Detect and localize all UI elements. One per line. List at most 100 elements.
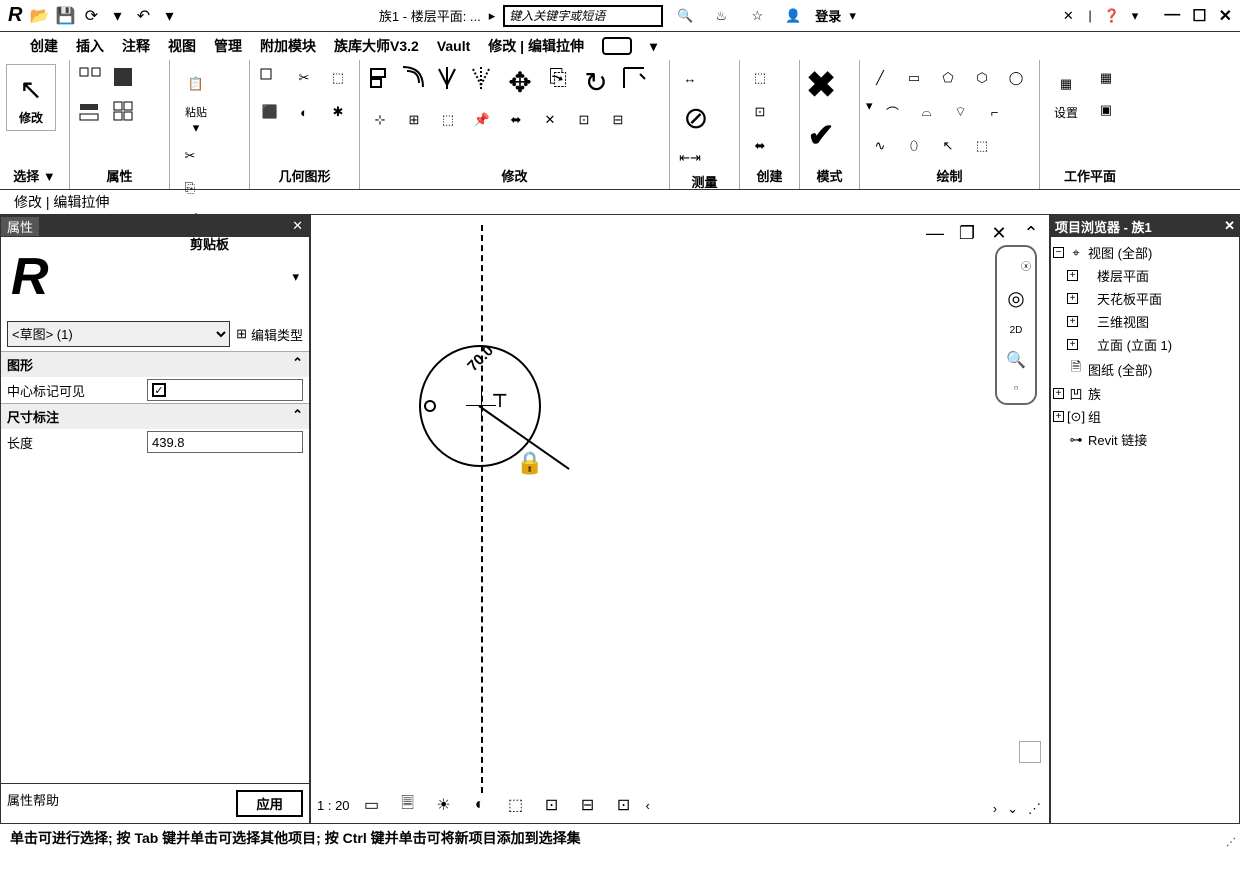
sketch-endpoint[interactable] bbox=[424, 400, 436, 412]
visual-style-icon[interactable]: 🗏 bbox=[394, 791, 422, 819]
delete-icon[interactable]: ✕ bbox=[536, 106, 564, 134]
paint-icon[interactable]: ◐ bbox=[290, 98, 318, 126]
open-icon[interactable]: 📂 bbox=[28, 5, 50, 27]
camera-icon[interactable] bbox=[602, 37, 632, 55]
title-dropdown-icon[interactable]: ▸ bbox=[489, 8, 496, 24]
line-icon[interactable]: ╱ bbox=[866, 64, 894, 92]
type-dropdown-icon[interactable]: ▾ bbox=[292, 269, 299, 285]
arc2-icon[interactable]: ⌓ bbox=[913, 98, 941, 126]
length-value-input[interactable]: 439.8 bbox=[147, 431, 303, 453]
view-minimize-icon[interactable]: — bbox=[921, 219, 949, 247]
scroll-down-icon[interactable]: ⌄ bbox=[1007, 801, 1018, 817]
create-group-icon[interactable]: ⊡ bbox=[746, 98, 774, 126]
dropdown-icon[interactable]: ▾ bbox=[158, 5, 180, 27]
minimize-button[interactable]: — bbox=[1164, 6, 1180, 26]
lock-3d-icon[interactable]: ⊟ bbox=[574, 791, 602, 819]
properties-close-icon[interactable]: ✕ bbox=[292, 218, 303, 234]
show-crop-icon[interactable]: ⊡ bbox=[538, 791, 566, 819]
paste-dropdown-icon[interactable]: ▾ bbox=[193, 120, 200, 136]
tree-node-3d[interactable]: + 三维视图 bbox=[1067, 310, 1237, 333]
undo-icon[interactable]: ↶ bbox=[132, 5, 154, 27]
rotate-icon[interactable]: ↻ bbox=[578, 64, 614, 100]
fillet-icon[interactable]: ⌐ bbox=[981, 98, 1009, 126]
exchange-icon[interactable]: ✕ bbox=[1054, 2, 1082, 30]
tab-view[interactable]: 视图 bbox=[168, 36, 196, 56]
tab-create[interactable]: 创建 bbox=[30, 36, 58, 56]
expand-icon[interactable]: + bbox=[1067, 293, 1078, 304]
account-icon[interactable]: ♨ bbox=[707, 2, 735, 30]
shadows-icon[interactable]: ◐ bbox=[466, 791, 494, 819]
expand-icon[interactable]: + bbox=[1053, 411, 1064, 422]
group-dimensions[interactable]: 尺寸标注 ⌃ bbox=[1, 403, 309, 429]
split-element-icon[interactable]: ⊹ bbox=[366, 106, 394, 134]
tree-node-links[interactable]: ⊶ Revit 链接 bbox=[1053, 428, 1237, 451]
group-graphics[interactable]: 图形 ⌃ bbox=[1, 351, 309, 377]
scroll-right-icon[interactable]: › bbox=[993, 801, 997, 817]
properties-help[interactable]: 属性帮助 bbox=[7, 790, 59, 817]
mirror-draw-icon[interactable] bbox=[468, 64, 496, 92]
edit-type-button[interactable]: ⊞ 编辑类型 bbox=[236, 325, 303, 344]
scroll-up-icon[interactable]: ⌃ bbox=[1017, 219, 1045, 247]
copy-move-icon[interactable]: ⎘ bbox=[544, 64, 572, 92]
help-icon[interactable]: ❓ bbox=[1098, 2, 1126, 30]
login-link[interactable]: 登录 bbox=[815, 6, 841, 25]
create-assembly-icon[interactable]: ⬌ bbox=[746, 132, 774, 160]
nav-wheel-icon[interactable]: ◎ bbox=[1007, 286, 1024, 311]
tree-node-elevation[interactable]: + 立面 (立面 1) bbox=[1067, 333, 1237, 356]
save-icon[interactable]: 💾 bbox=[54, 5, 76, 27]
circle-icon[interactable]: ◯ bbox=[1002, 64, 1030, 92]
search-icon[interactable]: 🔍 bbox=[671, 2, 699, 30]
tree-node-sheets[interactable]: 🗎 图纸 (全部) bbox=[1053, 356, 1237, 382]
expand-icon[interactable]: + bbox=[1053, 388, 1064, 399]
arc-icon[interactable]: ⌒ bbox=[879, 98, 907, 126]
maximize-button[interactable]: ☐ bbox=[1192, 6, 1206, 26]
measure-icon[interactable]: ⊘ bbox=[676, 98, 716, 138]
nav-zoom-icon[interactable]: 🔍 bbox=[1006, 350, 1026, 370]
sync-icon[interactable]: ⟳ bbox=[80, 5, 102, 27]
expand-icon[interactable]: + bbox=[1067, 270, 1078, 281]
copy-icon[interactable]: ⎘ bbox=[176, 174, 204, 202]
family-types-icon[interactable] bbox=[76, 98, 104, 126]
group2-icon[interactable]: ⊟ bbox=[604, 106, 632, 134]
measure-between-icon[interactable]: ↔ bbox=[676, 64, 704, 92]
cut-icon[interactable]: ✂ bbox=[176, 142, 204, 170]
login-dropdown-icon[interactable]: ▾ bbox=[849, 8, 856, 24]
view-restore-icon[interactable]: ❐ bbox=[953, 219, 981, 247]
grid-icon[interactable] bbox=[110, 98, 138, 126]
drawing-canvas[interactable]: — ❐ ✕ ⌃ ⓧ ◎ 2D 🔍 ○ 70.0 ⊢ 🔒 1 : 20 ▭ 🗏 ☀… bbox=[310, 214, 1050, 824]
crop-view-icon[interactable]: ⬚ bbox=[502, 791, 530, 819]
sun-path-icon[interactable]: ☀ bbox=[430, 791, 458, 819]
camera-dropdown-icon[interactable]: ▾ bbox=[650, 38, 657, 55]
expand-icon[interactable]: + bbox=[1067, 316, 1078, 327]
tree-node-floorplan[interactable]: + 楼层平面 bbox=[1067, 264, 1237, 287]
navigation-bar[interactable]: ⓧ ◎ 2D 🔍 ○ bbox=[995, 245, 1037, 405]
properties-icon[interactable] bbox=[76, 64, 104, 92]
align-icon[interactable] bbox=[366, 64, 394, 92]
nav-close-icon[interactable]: ⓧ bbox=[1021, 258, 1031, 273]
cursor-icon[interactable]: ↖ bbox=[11, 69, 51, 109]
expand-icon[interactable]: + bbox=[1067, 339, 1078, 350]
spline-icon[interactable]: ∿ bbox=[866, 132, 894, 160]
reference-plane-vertical[interactable] bbox=[481, 225, 483, 793]
resize-icon[interactable]: ⋰ bbox=[1028, 801, 1041, 817]
tab-insert[interactable]: 插入 bbox=[76, 36, 104, 56]
reveal-hidden-icon[interactable]: ⊡ bbox=[610, 791, 638, 819]
finish-mode-icon[interactable]: ✔ bbox=[808, 116, 835, 154]
apply-button[interactable]: 应用 bbox=[236, 790, 303, 817]
unpin-icon[interactable]: ⬌ bbox=[502, 106, 530, 134]
array-icon[interactable]: ⊞ bbox=[400, 106, 428, 134]
star-icon[interactable]: ☆ bbox=[743, 2, 771, 30]
close-button[interactable]: ✕ bbox=[1219, 6, 1232, 26]
draw-dropdown-icon[interactable]: ▾ bbox=[866, 98, 873, 126]
tab-vault[interactable]: Vault bbox=[437, 38, 470, 54]
browser-close-icon[interactable]: ✕ bbox=[1224, 218, 1235, 234]
ellipse-icon[interactable]: ⬯ bbox=[900, 132, 928, 160]
dim-icon[interactable]: ⇤⇥ bbox=[676, 144, 704, 172]
pick-face-icon[interactable]: ⬚ bbox=[968, 132, 996, 160]
search-input[interactable]: 键入关键字或短语 bbox=[503, 5, 663, 27]
tab-manage[interactable]: 管理 bbox=[214, 36, 242, 56]
collapse-icon[interactable]: − bbox=[1053, 247, 1064, 258]
user-icon[interactable]: 👤 bbox=[779, 2, 807, 30]
tree-node-families[interactable]: + 凹 族 bbox=[1053, 382, 1237, 405]
split-icon[interactable]: ⬛ bbox=[256, 98, 284, 126]
